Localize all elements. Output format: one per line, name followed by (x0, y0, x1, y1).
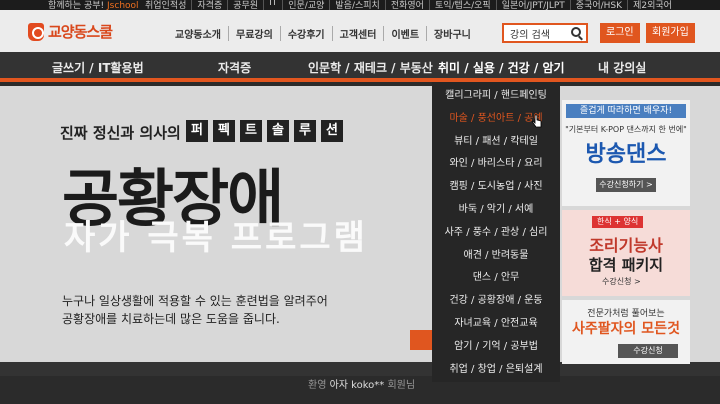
join-button[interactable]: 회원가입 (646, 23, 695, 43)
dropdown-item[interactable]: 애견 / 반려동물 (432, 246, 560, 261)
user-name: 아자 koko** (329, 380, 385, 391)
category-my-classroom[interactable]: 내 강의실 (598, 59, 646, 76)
banner-keyword-box: 트 (240, 120, 262, 142)
logo-icon (28, 22, 44, 41)
welcome-suffix: 회원님 (387, 380, 416, 391)
main-nav: 교양동소개 무료강의 수강후기 고객센터 이벤트 장바구니 (168, 26, 478, 41)
top-links: 취업인적성 자격증 공무원 IT 인문/교양 발음/스피치 전화영어 토익/텝스/오픽 일본어/… (140, 0, 677, 10)
banner-description-line1: 누구나 일상생활에 적용할 수 있는 훈련법을 알려주어 (62, 294, 328, 308)
banner-description-line2: 공황장애를 치료하는데 많은 도움을 줍니다. (62, 312, 280, 326)
search-input[interactable]: 강의 검색 (502, 23, 588, 43)
saju-banner-title: 사주팔자의 모든것 (572, 321, 680, 337)
logo-text: 교양동스쿨 (48, 23, 113, 41)
hand-cursor-icon (532, 114, 542, 128)
top-link[interactable]: 제2외국어 (627, 0, 677, 10)
banner-subtitle: 자가 극복 프로그램 (64, 218, 368, 258)
dropdown-item[interactable]: 뷰티 / 패션 / 칵테일 (432, 132, 560, 147)
nav-item[interactable]: 고객센터 (331, 26, 384, 41)
banner-arrow-button[interactable] (410, 330, 434, 350)
header: 교양동스쿨 교양동소개 무료강의 수강후기 고객센터 이벤트 장바구니 강의 검색 로그인… (0, 10, 720, 52)
category-bar: 글쓰기 / IT활용법 자격증 인문학 / 재테크 / 부동산 취미 / 실용 … (0, 52, 720, 82)
cook-banner-title: 조리기능사 (589, 236, 663, 255)
promo-text: 함께하는 공부! Jschool (48, 0, 139, 10)
top-link[interactable]: 발음/스피치 (329, 0, 384, 10)
dropdown-item[interactable]: 건강 / 공황장애 / 운동 (432, 291, 560, 306)
dance-banner[interactable]: 즐겁게 따라하면 배우자! "기본부터 K-POP 댄스까지 한 번에" 방송댄… (562, 100, 690, 206)
nav-item[interactable]: 장바구니 (426, 26, 478, 41)
nav-item[interactable]: 이벤트 (383, 26, 426, 41)
site-logo[interactable]: 교양동스쿨 (28, 21, 113, 42)
top-link[interactable]: 일본어/JPT/JLPT (495, 0, 570, 10)
dance-banner-top: 즐겁게 따라하면 배우자! (566, 104, 686, 118)
cook-banner[interactable]: 한식 + 양식 조리기능사 합격 패키지 수강신청 > (562, 210, 690, 296)
banner-keyword-boxes: 퍼펙트솔루션 (186, 120, 348, 142)
promo-prefix: 함께하는 공부! (48, 1, 105, 10)
banner-keyword-box: 펙 (213, 120, 235, 142)
user-welcome: 환영 아자 koko** 회원님 (308, 376, 415, 391)
banner-keyword-box: 션 (321, 120, 343, 142)
banner-footer-strip (0, 362, 720, 376)
dance-banner-quote: "기본부터 K-POP 댄스까지 한 번에" (565, 125, 687, 134)
dropdown-item[interactable]: 취업 / 창업 / 은퇴설계 (432, 360, 560, 375)
category-hobby[interactable]: 취미 / 실용 / 건강 / 암기 (438, 59, 565, 76)
dropdown-item[interactable]: 사주 / 풍수 / 관상 / 심리 (432, 223, 560, 238)
saju-enroll-button[interactable]: 수강신청 (618, 344, 678, 358)
banner-keyword-box: 솔 (267, 120, 289, 142)
cook-banner-subtitle: 합격 패키지 (588, 256, 664, 274)
dropdown-item[interactable]: 캘리그라피 / 핸드페인팅 (432, 86, 560, 101)
cook-enroll-link[interactable]: 수강신청 > (602, 276, 641, 287)
nav-item[interactable]: 교양동소개 (168, 26, 228, 41)
top-link[interactable]: 인문/교양 (282, 0, 329, 10)
saju-banner[interactable]: 전문가처럼 풀어보는 사주팔자의 모든것 수강신청 (562, 300, 690, 364)
dropdown-item[interactable]: 바둑 / 악기 / 서예 (432, 200, 560, 215)
dropdown-item[interactable]: 댄스 / 안무 (432, 268, 560, 283)
welcome-prefix: 환영 (308, 380, 327, 391)
top-link[interactable]: 취업인적성 (140, 0, 191, 10)
nav-item[interactable]: 무료강의 (228, 26, 280, 41)
login-button[interactable]: 로그인 (600, 23, 640, 43)
top-link[interactable]: 중국어/HSK (569, 0, 627, 10)
top-link[interactable]: 자격증 (191, 0, 227, 10)
banner-keyword-box: 퍼 (186, 120, 208, 142)
top-link[interactable]: 공무원 (227, 0, 263, 10)
promo-brand[interactable]: Jschool (107, 1, 139, 10)
dance-banner-title: 방송댄스 (585, 142, 667, 167)
banner-tagline: 진짜 정신과 의사의 (60, 124, 181, 142)
top-link[interactable]: 토익/텝스/오픽 (428, 0, 496, 10)
search-placeholder: 강의 검색 (510, 30, 550, 41)
top-link[interactable]: IT (263, 0, 282, 10)
cook-banner-tag: 한식 + 양식 (592, 216, 644, 228)
category-humanities[interactable]: 인문학 / 재테크 / 부동산 (308, 59, 433, 76)
top-link[interactable]: 전화영어 (384, 0, 429, 10)
dropdown-item[interactable]: 자녀교육 / 안전교육 (432, 314, 560, 329)
nav-item[interactable]: 수강후기 (279, 26, 332, 41)
dance-enroll-button[interactable]: 수강신청하기 > (596, 178, 656, 192)
dropdown-item[interactable]: 암기 / 기억 / 공부법 (432, 337, 560, 352)
top-strip: 함께하는 공부! Jschool 취업인적성 자격증 공무원 IT 인문/교양 발음/스피… (0, 0, 720, 10)
banner-keyword-box: 루 (294, 120, 316, 142)
dropdown-item[interactable]: 캠핑 / 도시농업 / 사진 (432, 177, 560, 192)
category-certificate[interactable]: 자격증 (218, 59, 251, 76)
dropdown-item[interactable]: 와인 / 바리스타 / 요리 (432, 154, 560, 169)
search-icon[interactable] (571, 27, 581, 37)
category-writing-it[interactable]: 글쓰기 / IT활용법 (52, 59, 144, 76)
